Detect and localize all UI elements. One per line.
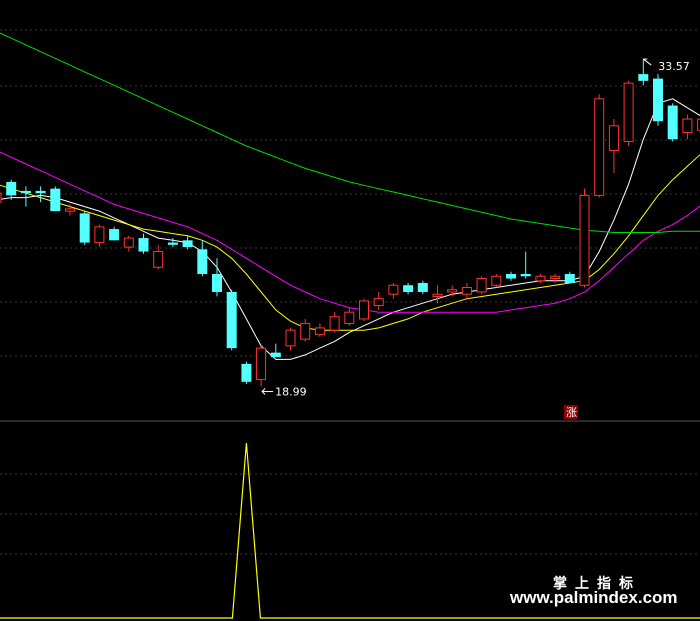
candle-body (461, 286, 472, 295)
candle-body (109, 229, 120, 241)
candle-body (153, 251, 164, 268)
candle-body (550, 275, 561, 280)
candle-body (94, 226, 105, 244)
candle-body (182, 240, 193, 248)
candle-body (432, 293, 443, 297)
stock-chart: 33.57 18.99 涨 (0, 29, 700, 619)
rise-badge-label: 涨 (566, 406, 577, 419)
candle-body (167, 242, 178, 245)
candle-body (623, 82, 634, 142)
candle-body (6, 181, 17, 196)
candle-body (20, 190, 31, 194)
candle-body (226, 291, 237, 349)
candle-body (638, 74, 649, 81)
candle-body (314, 327, 325, 336)
candle-body (403, 285, 414, 292)
candle-body (35, 190, 46, 194)
candle-body (579, 194, 590, 286)
candle-body (197, 249, 208, 275)
candle-body (65, 208, 75, 212)
high-label: 33.57 (658, 60, 690, 73)
candle-body (270, 352, 281, 358)
candle-body (0, 192, 2, 203)
candle-body (491, 275, 502, 286)
candle-body (535, 275, 546, 282)
candle-body (212, 274, 222, 292)
candle-body (520, 274, 531, 277)
candle-body (388, 284, 399, 295)
candle-body (506, 274, 516, 279)
candle-body (50, 188, 61, 212)
candle-body (594, 98, 605, 196)
candle-body (476, 278, 487, 293)
watermark-url: www.palmindex.com (510, 588, 678, 607)
candle-body (79, 213, 90, 243)
candle-body (241, 363, 252, 382)
candle-body (373, 298, 384, 306)
candle-body (682, 118, 693, 134)
candle-body (447, 289, 458, 293)
candle-body (417, 282, 428, 292)
candle-body (256, 347, 267, 381)
candle-body (285, 329, 296, 347)
candle-body (653, 78, 663, 122)
candle-body (608, 125, 619, 151)
candle-body (344, 311, 355, 324)
candle-body (138, 238, 149, 252)
high-pointer (642, 58, 652, 66)
candle-body (329, 316, 340, 331)
candle-body (123, 237, 134, 248)
candle-body (300, 322, 311, 340)
low-label: 18.99 (275, 386, 307, 399)
candle-body (667, 105, 678, 140)
candle-body (359, 300, 369, 320)
candle-body (564, 274, 575, 283)
